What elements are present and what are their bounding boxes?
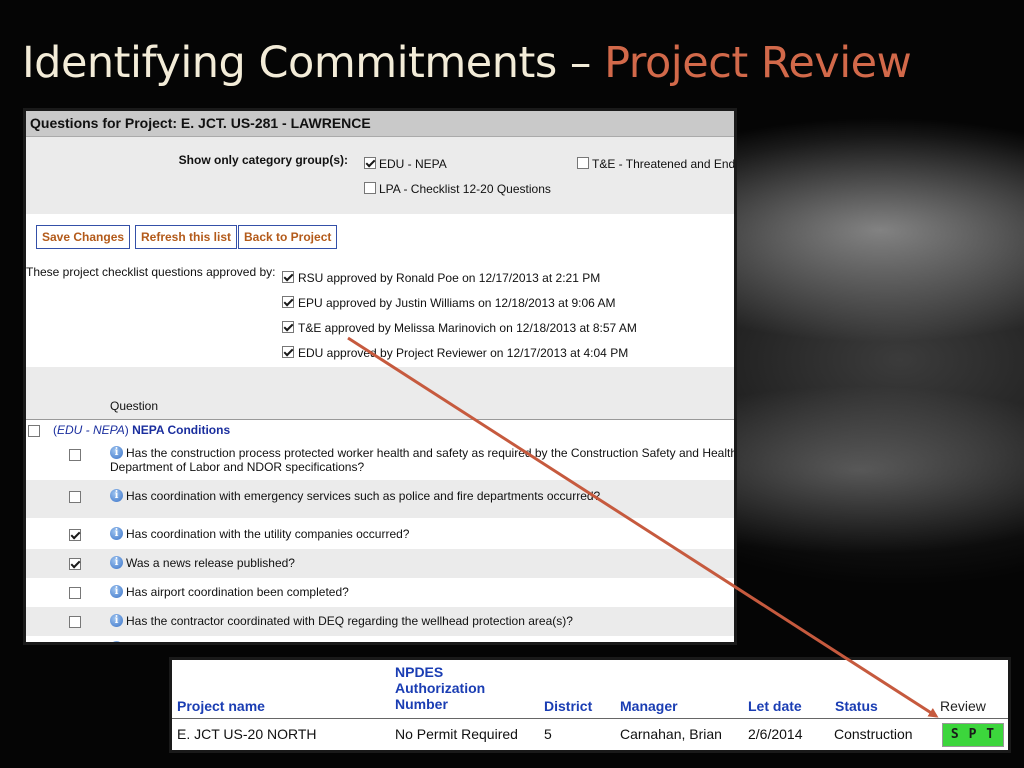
category-checkbox-te[interactable]: [577, 157, 589, 170]
col-header-district[interactable]: District: [544, 698, 592, 714]
info-icon[interactable]: i: [110, 446, 123, 459]
info-icon[interactable]: i: [110, 489, 123, 502]
approval-checkbox[interactable]: [282, 296, 294, 309]
col-header-manager[interactable]: Manager: [620, 698, 678, 714]
question-column-header: Question: [26, 367, 734, 420]
category-option-te[interactable]: T&E - Threatened and Endangered Species: [577, 157, 734, 171]
slide-title-main: Identifying Commitments –: [22, 38, 605, 88]
approval-item-edu: EDU approved by Project Reviewer on 12/1…: [282, 346, 628, 360]
col-header-project-name[interactable]: Project name: [177, 698, 265, 714]
category-option-lpa[interactable]: LPA - Checklist 12-20 Questions: [364, 182, 551, 196]
approval-item-te: T&E approved by Melissa Marinovich on 12…: [282, 321, 637, 335]
group-close-paren: ): [124, 423, 129, 437]
question-checkbox[interactable]: [69, 491, 81, 503]
question-row-partial: [26, 636, 734, 642]
category-filter-area: Show only category group(s): EDU - NEPA …: [26, 137, 734, 214]
group-category: EDU - NEPA: [57, 423, 125, 437]
question-row: i Has airport coordination been completed…: [26, 578, 734, 607]
approval-text: T&E approved by Melissa Marinovich on 12…: [298, 321, 637, 335]
col-header-npdes[interactable]: NPDES Authorization Number: [395, 664, 485, 712]
question-checkbox[interactable]: [69, 616, 81, 628]
question-row: i Has coordination with the utility compa…: [26, 518, 734, 549]
question-row: i Was a news release published?: [26, 549, 734, 578]
project-questions-panel: Questions for Project: E. JCT. US-281 - …: [26, 111, 734, 642]
approval-text: RSU approved by Ronald Poe on 12/17/2013…: [298, 271, 601, 285]
approval-text: EPU approved by Justin Williams on 12/18…: [298, 296, 616, 310]
question-checkbox[interactable]: [69, 558, 81, 570]
question-line: Has coordination with emergency services…: [126, 489, 601, 503]
cell-manager: Carnahan, Brian: [620, 726, 722, 742]
approval-text: EDU approved by Project Reviewer on 12/1…: [298, 346, 629, 360]
question-checkbox[interactable]: [69, 529, 81, 541]
back-to-project-button[interactable]: Back to Project: [238, 225, 338, 249]
header-divider: [172, 718, 1008, 719]
refresh-list-button[interactable]: Refresh this list: [135, 225, 238, 249]
question-row: i Has the contractor coordinated with DEQ…: [26, 607, 734, 636]
info-icon[interactable]: i: [110, 585, 123, 598]
project-table: Project name NPDES Authorization Number Di…: [172, 660, 1008, 750]
question-text: i Has airport coordination been completed…: [110, 585, 349, 599]
category-checkbox-edu-nepa[interactable]: [364, 157, 376, 170]
category-option-label: T&E - Threatened and Endangered Species: [592, 157, 734, 171]
cell-district: 5: [544, 726, 552, 742]
category-option-edu-nepa[interactable]: EDU - NEPA: [364, 157, 447, 171]
slide-title-accent: Project Review: [604, 38, 912, 88]
npdes-line: Number: [395, 696, 448, 712]
question-checkbox[interactable]: [69, 587, 81, 599]
cell-let-date: 2/6/2014: [748, 726, 803, 742]
approval-checkbox[interactable]: [282, 346, 294, 359]
info-icon[interactable]: i: [110, 556, 123, 569]
col-header-review: Review: [940, 698, 986, 714]
question-line: Was a news release published?: [126, 556, 295, 570]
info-icon[interactable]: i: [110, 527, 123, 540]
npdes-line: NPDES: [395, 664, 444, 680]
save-changes-button[interactable]: Save Changes: [36, 225, 131, 249]
review-status-badge[interactable]: S P T D: [942, 723, 1004, 750]
question-text: i Has coordination with emergency service…: [110, 489, 600, 503]
info-icon[interactable]: i: [110, 614, 123, 627]
col-header-let-date[interactable]: Let date: [748, 698, 802, 714]
question-column-label: Question: [110, 399, 159, 413]
question-text: i Has the construction process protected …: [110, 446, 734, 474]
question-text: i Has the contractor coordinated with DEQ…: [110, 614, 573, 628]
cell-project-name: E. JCT US-20 NORTH: [177, 726, 317, 742]
approval-checkbox[interactable]: [282, 321, 294, 334]
question-text: i Has coordination with the utility compa…: [110, 527, 409, 541]
question-text: i Was a news release published?: [110, 556, 295, 570]
npdes-line: Authorization: [395, 680, 486, 696]
cell-npdes: No Permit Required: [395, 726, 518, 742]
category-option-label: LPA - Checklist 12-20 Questions: [379, 182, 551, 196]
group-row-nepa-conditions: (EDU - NEPA) NEPA Conditions: [26, 420, 734, 442]
category-checkbox-lpa[interactable]: [364, 182, 376, 195]
question-row: i Has the construction process protected …: [26, 442, 734, 480]
group-checkbox[interactable]: [28, 425, 40, 437]
question-line: Has coordination with the utility compan…: [126, 527, 410, 541]
category-option-label: EDU - NEPA: [379, 157, 447, 171]
category-filter-label: Show only category group(s):: [178, 153, 348, 167]
panel-header: Questions for Project: E. JCT. US-281 - …: [26, 111, 734, 137]
question-line: Has airport coordination been completed?: [126, 585, 349, 599]
approval-item-rsu: RSU approved by Ronald Poe on 12/17/2013…: [282, 271, 600, 285]
cell-status: Construction: [834, 726, 913, 742]
approval-checkbox[interactable]: [282, 271, 294, 284]
col-header-status[interactable]: Status: [835, 698, 878, 714]
info-icon[interactable]: [110, 641, 123, 642]
group-name: NEPA Conditions: [132, 423, 231, 437]
question-checkbox[interactable]: [69, 449, 81, 461]
question-row: i Has coordination with emergency service…: [26, 480, 734, 518]
group-title[interactable]: (EDU - NEPA) NEPA Conditions: [53, 423, 230, 437]
question-line: Has the construction process protected w…: [126, 446, 734, 460]
question-line: Has the contractor coordinated with DEQ …: [126, 614, 573, 628]
approved-by-label: These project checklist questions approv…: [26, 265, 276, 279]
slide-title: Identifying Commitments – Project Review: [22, 38, 912, 88]
question-line: Department of Labor and NDOR specificati…: [110, 460, 365, 474]
approval-item-epu: EPU approved by Justin Williams on 12/18…: [282, 296, 616, 310]
